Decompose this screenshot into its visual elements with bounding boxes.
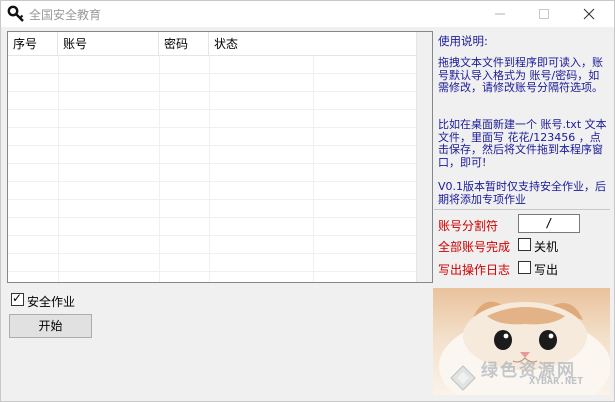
close-icon [583,8,595,20]
column-header-index[interactable]: 序号 [8,32,58,56]
column-header-status[interactable]: 状态 [209,32,416,56]
empty-row [8,128,416,146]
window-title: 全国安全教育 [29,8,102,22]
list-scrollbar[interactable] [416,32,432,282]
grid-line [313,56,314,282]
delimiter-input[interactable]: / [518,214,580,233]
divider [434,209,610,210]
safety-homework-label[interactable]: 安全作业 [27,293,75,310]
all-done-label: 全部账号完成 [438,240,511,254]
safety-homework-checkbox[interactable] [11,291,24,306]
instructions-paragraph-2: 比如在桌面新建一个 账号.txt 文本文件，里面写 花花/123456 ，点击保… [438,118,607,169]
empty-row [8,236,416,254]
shutdown-label[interactable]: 关机 [534,238,558,255]
cat-photo: 绿色资源网 XYBAR.NET [433,288,610,395]
log-label: 写出操作日志 [438,263,511,277]
empty-row [8,254,416,272]
minimize-icon [495,13,505,15]
delimiter-label: 账号分割符 [438,219,499,233]
minimize-button[interactable] [478,1,522,27]
list-header: 序号 账号 密码 状态 [8,32,416,56]
empty-row [8,110,416,128]
shutdown-checkbox[interactable] [518,238,531,251]
account-list[interactable]: 序号 账号 密码 状态 [7,31,433,283]
list-body[interactable] [8,56,416,282]
column-header-account[interactable]: 账号 [58,32,159,56]
empty-row [8,200,416,218]
instructions-paragraph-1: 拖拽文本文件到程序即可读入，账号默认导入格式为 账号/密码，如需修改，请修改账号… [438,56,603,94]
empty-row [8,182,416,200]
instructions-title: 使用说明: [438,34,488,48]
instructions-paragraph-3: V0.1版本暂时仅支持安全作业，后期将添加专项作业 [438,180,607,206]
empty-row [8,56,416,74]
empty-row [8,92,416,110]
column-header-password[interactable]: 密码 [159,32,209,56]
grid-line [159,56,160,282]
maximize-button[interactable] [522,1,566,27]
close-button[interactable] [567,1,611,27]
grid-line [58,56,59,282]
app-window: 全国安全教育 序号 账号 密码 状态 使用说明: 拖拽文本文件到程序即可读入，账… [0,0,615,402]
key-icon [7,5,24,22]
empty-row [8,146,416,164]
write-log-label[interactable]: 写出 [534,261,558,278]
write-log-checkbox[interactable] [518,261,531,274]
empty-row [8,74,416,92]
start-button[interactable]: 开始 [9,314,92,338]
instructions-panel: 使用说明: 拖拽文本文件到程序即可读入，账号默认导入格式为 账号/密码，如需修改… [434,31,610,211]
grid-line [209,56,210,282]
watermark-url: XYBAR.NET [529,376,584,387]
empty-row [8,164,416,182]
empty-row [8,218,416,236]
title-bar[interactable]: 全国安全教育 [1,1,614,27]
maximize-icon [539,9,549,19]
